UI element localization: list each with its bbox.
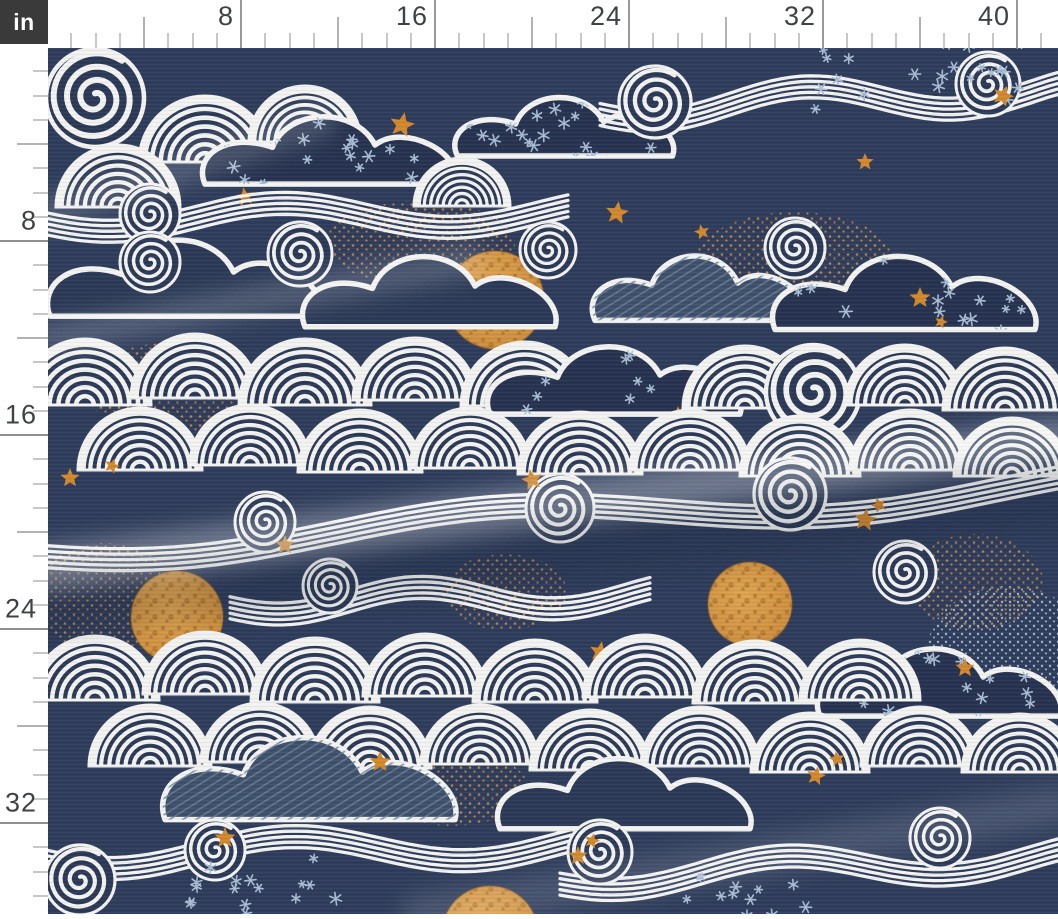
- ruler-tick: [33, 313, 48, 315]
- ruler-tick: [17, 531, 48, 533]
- ruler-tick: [192, 33, 194, 48]
- ruler-tick: [33, 95, 48, 97]
- ruler-tick: [33, 289, 48, 291]
- ruler-tick: [33, 652, 48, 654]
- ruler-tick: [1040, 33, 1042, 48]
- ruler-tick: [33, 483, 48, 485]
- ruler-tick: [33, 70, 48, 72]
- ruler-tick: [264, 33, 266, 48]
- ruler-tick: [992, 33, 994, 48]
- ruler-tick: [943, 33, 945, 48]
- ruler-tick: [871, 33, 873, 48]
- ruler-tick: [17, 143, 48, 145]
- ruler-tick: [604, 33, 606, 48]
- ruler-tick: [0, 822, 48, 824]
- ruler-number: 16: [396, 3, 428, 30]
- ruler-tick: [1016, 0, 1018, 48]
- ruler-tick: [240, 0, 242, 48]
- unit-label-box: in: [0, 0, 48, 44]
- ruler-tick: [143, 17, 145, 48]
- ruler-number: 40: [978, 3, 1010, 30]
- fabric-preview: [48, 48, 1058, 914]
- ruler-tick: [483, 33, 485, 48]
- ruler-tick: [0, 240, 48, 242]
- ruler-tick: [458, 33, 460, 48]
- ruler-tick: [95, 33, 97, 48]
- ruler-tick: [822, 0, 824, 48]
- ruler-tick: [652, 33, 654, 48]
- ruler-horizontal: 8 16 24 32 40: [0, 0, 1058, 48]
- ruler-tick: [0, 434, 48, 436]
- ruler-tick: [33, 774, 48, 776]
- ruler-tick: [167, 33, 169, 48]
- ruler-tick: [33, 555, 48, 557]
- ruler-tick: [17, 725, 48, 727]
- ruler-number: 24: [590, 3, 622, 30]
- ruler-tick: [33, 701, 48, 703]
- ruler-tick: [555, 33, 557, 48]
- ruler-tick: [33, 361, 48, 363]
- ruler-tick: [701, 33, 703, 48]
- ruler-tick: [33, 192, 48, 194]
- ruler-tick: [0, 628, 48, 630]
- ruler-tick: [33, 119, 48, 121]
- ruler-tick: [33, 749, 48, 751]
- ruler-tick: [386, 33, 388, 48]
- ruler-tick: [70, 33, 72, 48]
- ruler-tick: [580, 33, 582, 48]
- ruler-number: 32: [5, 790, 37, 817]
- ruler-tick: [33, 871, 48, 873]
- ruler-tick: [17, 337, 48, 339]
- ruler-tick: [119, 33, 121, 48]
- ruler-tick: [33, 264, 48, 266]
- ruler-tick: [33, 677, 48, 679]
- ruler-tick: [968, 33, 970, 48]
- ruler-tick: [313, 33, 315, 48]
- ruler-tick: [725, 17, 727, 48]
- ruler-tick: [410, 33, 412, 48]
- ruler-tick: [33, 167, 48, 169]
- ruler-tick: [919, 17, 921, 48]
- ruler-number: 32: [784, 3, 816, 30]
- ruler-tick: [33, 458, 48, 460]
- ruler-tick: [33, 846, 48, 848]
- ruler-tick: [337, 17, 339, 48]
- ruler-vertical: 8 16 24 32: [0, 0, 48, 914]
- ruler-tick: [774, 33, 776, 48]
- ruler-tick: [677, 33, 679, 48]
- ruler-tick: [289, 33, 291, 48]
- ruler-tick: [33, 580, 48, 582]
- ruler-number: 8: [21, 208, 37, 235]
- unit-label: in: [13, 9, 34, 36]
- fabric-pattern-image: [48, 48, 1058, 914]
- ruler-tick: [33, 895, 48, 897]
- ruler-number: 8: [218, 3, 234, 30]
- ruler-number: 16: [5, 402, 37, 429]
- ruler-tick: [507, 33, 509, 48]
- ruler-tick: [216, 33, 218, 48]
- ruler-tick: [628, 0, 630, 48]
- ruler-tick: [33, 386, 48, 388]
- ruler-tick: [846, 33, 848, 48]
- ruler-tick: [361, 33, 363, 48]
- ruler-tick: [434, 0, 436, 48]
- ruler-tick: [531, 17, 533, 48]
- ruler-tick: [33, 507, 48, 509]
- ruler-tick: [749, 33, 751, 48]
- ruler-tick: [798, 33, 800, 48]
- ruler-number: 24: [5, 596, 37, 623]
- ruler-tick: [895, 33, 897, 48]
